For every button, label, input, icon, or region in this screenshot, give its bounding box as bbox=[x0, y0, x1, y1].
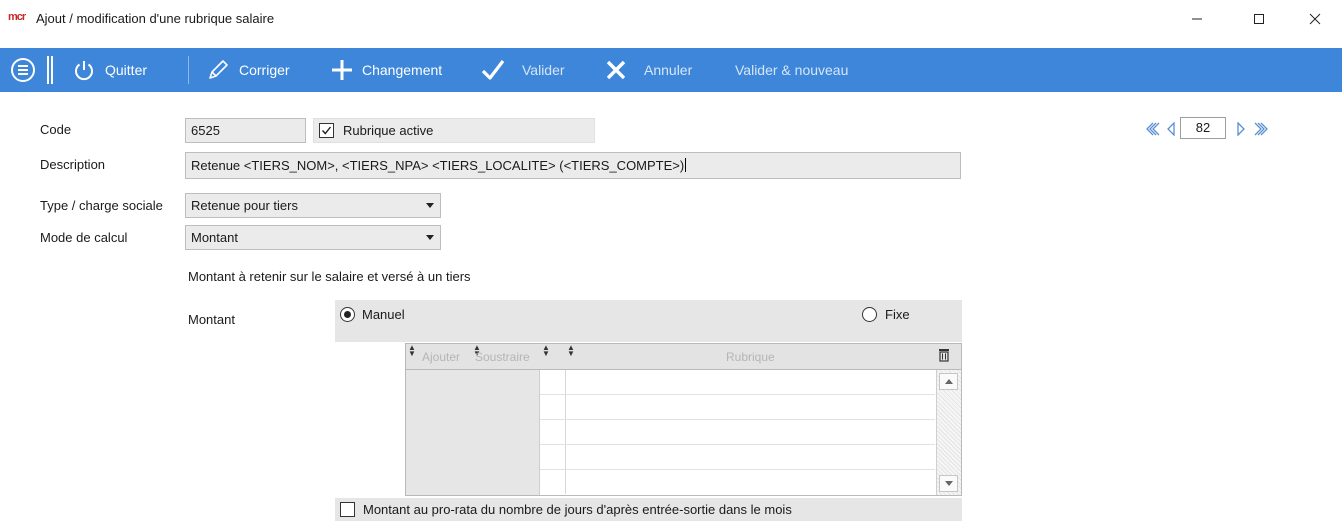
sort-icon: ▲ ▼ bbox=[542, 343, 550, 358]
triangle-up-icon bbox=[944, 379, 953, 384]
mode-select[interactable]: Montant bbox=[185, 225, 441, 250]
description-field[interactable]: Retenue <TIERS_NOM>, <TIERS_NPA> <TIERS_… bbox=[185, 152, 961, 179]
checkmark-icon bbox=[480, 58, 506, 82]
grid-scrollbar[interactable] bbox=[936, 370, 961, 495]
validate-label: Valider bbox=[522, 62, 565, 78]
hamburger-circle-icon bbox=[11, 58, 35, 82]
amount-label: Montant bbox=[188, 312, 235, 327]
cancel-button[interactable]: Annuler bbox=[604, 48, 692, 92]
prorata-label: Montant au pro-rata du nombre de jours d… bbox=[363, 502, 792, 517]
active-checkbox-group: Rubrique active bbox=[313, 118, 595, 143]
manual-label: Manuel bbox=[362, 307, 405, 322]
power-icon bbox=[72, 58, 96, 82]
rubric-grid: ▲ ▼ Ajouter ▲ ▼ Soustraire ▲ ▼ ▲ ▼ Rubrique bbox=[405, 343, 962, 496]
edit-label: Corriger bbox=[239, 62, 290, 78]
validate-new-button[interactable]: Valider & nouveau bbox=[735, 48, 848, 92]
next-record-button[interactable] bbox=[1232, 120, 1250, 138]
maximize-icon bbox=[1254, 14, 1264, 24]
scroll-up-button[interactable] bbox=[939, 373, 958, 390]
description-value: Retenue <TIERS_NOM>, <TIERS_NPA> <TIERS_… bbox=[191, 158, 685, 173]
table-row[interactable] bbox=[540, 395, 935, 420]
close-button[interactable] bbox=[1300, 6, 1330, 32]
prorata-checkbox[interactable] bbox=[340, 502, 355, 517]
trash-icon[interactable] bbox=[938, 348, 950, 365]
change-label: Changement bbox=[362, 62, 443, 78]
close-icon bbox=[1309, 13, 1321, 25]
quit-label: Quitter bbox=[105, 62, 148, 78]
code-value: 6525 bbox=[191, 123, 220, 138]
column-subtract[interactable]: Soustraire bbox=[475, 350, 530, 364]
validate-button[interactable]: Valider bbox=[480, 48, 565, 92]
description-label: Description bbox=[40, 157, 106, 172]
window: mcr Ajout / modification d'une rubrique … bbox=[0, 0, 1342, 521]
code-field[interactable]: 6525 bbox=[185, 118, 306, 143]
window-title: Ajout / modification d'une rubrique sala… bbox=[36, 11, 275, 26]
manual-radio[interactable] bbox=[340, 307, 355, 322]
column-add[interactable]: Ajouter bbox=[422, 350, 460, 364]
active-checkbox[interactable] bbox=[319, 123, 334, 138]
sort-icon: ▲ ▼ bbox=[408, 343, 416, 358]
toolbar: Quitter Corriger Changement Valider Annu… bbox=[0, 48, 1342, 92]
type-select[interactable]: Retenue pour tiers bbox=[185, 193, 441, 218]
validate-new-label: Valider & nouveau bbox=[735, 62, 849, 78]
change-button[interactable]: Changement bbox=[330, 48, 442, 92]
table-row[interactable] bbox=[540, 420, 935, 445]
cancel-label: Annuler bbox=[644, 62, 693, 78]
scroll-down-button[interactable] bbox=[939, 475, 958, 492]
record-navigator: 82 bbox=[1144, 116, 1304, 142]
app-logo: mcr bbox=[8, 11, 26, 23]
maximize-button[interactable] bbox=[1244, 6, 1274, 32]
table-row[interactable] bbox=[540, 445, 935, 470]
amount-radio-group: Manuel Fixe bbox=[335, 300, 962, 342]
fixed-label: Fixe bbox=[885, 307, 910, 322]
code-label: Code bbox=[40, 122, 72, 137]
grid-add-subtract-area bbox=[406, 370, 540, 495]
quit-button[interactable]: Quitter bbox=[72, 48, 147, 92]
grid-header: ▲ ▼ Ajouter ▲ ▼ Soustraire ▲ ▼ ▲ ▼ Rubrique bbox=[406, 344, 961, 370]
previous-record-icon bbox=[1167, 122, 1175, 136]
active-label: Rubrique active bbox=[343, 123, 434, 138]
last-record-button[interactable] bbox=[1252, 120, 1270, 138]
toolbar-grip bbox=[47, 56, 53, 84]
mode-label: Mode de calcul bbox=[40, 230, 128, 245]
first-record-button[interactable] bbox=[1144, 120, 1162, 138]
pencil-icon bbox=[206, 58, 230, 82]
next-record-icon bbox=[1237, 122, 1245, 136]
checkmark-icon bbox=[321, 126, 332, 135]
edit-button[interactable]: Corriger bbox=[206, 48, 290, 92]
minimize-button[interactable] bbox=[1182, 6, 1212, 32]
minimize-icon bbox=[1192, 18, 1202, 20]
plus-icon bbox=[330, 58, 354, 82]
mode-value: Montant bbox=[191, 230, 238, 245]
table-row[interactable] bbox=[540, 370, 935, 395]
menu-button[interactable] bbox=[10, 48, 36, 92]
text-cursor bbox=[685, 158, 687, 172]
toolbar-separator bbox=[188, 56, 189, 84]
type-value: Retenue pour tiers bbox=[191, 198, 298, 213]
first-record-icon bbox=[1146, 122, 1160, 136]
triangle-down-icon bbox=[944, 481, 953, 486]
prorata-group: Montant au pro-rata du nombre de jours d… bbox=[335, 498, 962, 521]
column-rubric[interactable]: Rubrique bbox=[726, 350, 775, 364]
sort-icon: ▲ ▼ bbox=[567, 343, 575, 358]
chevron-down-icon bbox=[426, 203, 434, 208]
title-bar: mcr Ajout / modification d'une rubrique … bbox=[0, 0, 1342, 40]
last-record-icon bbox=[1254, 122, 1268, 136]
fixed-radio[interactable] bbox=[862, 307, 877, 322]
mode-description: Montant à retenir sur le salaire et vers… bbox=[188, 269, 471, 284]
record-number-field[interactable]: 82 bbox=[1180, 117, 1226, 139]
x-icon bbox=[604, 58, 628, 82]
type-label: Type / charge sociale bbox=[40, 198, 163, 213]
chevron-down-icon bbox=[426, 235, 434, 240]
table-row[interactable] bbox=[540, 470, 935, 495]
previous-record-button[interactable] bbox=[1162, 120, 1180, 138]
